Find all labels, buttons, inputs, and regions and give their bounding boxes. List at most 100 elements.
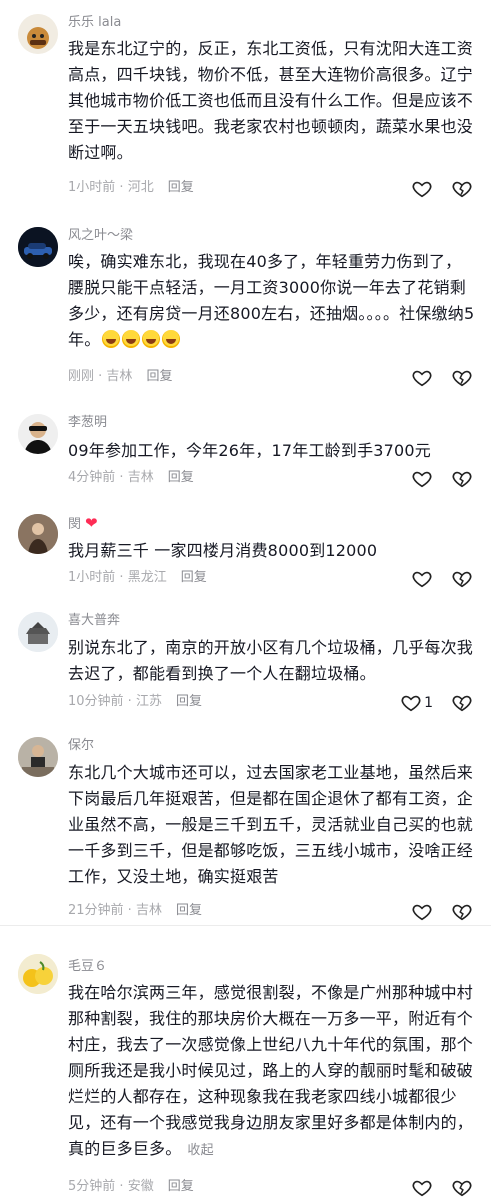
reply-button[interactable]: 回复 bbox=[181, 570, 207, 585]
separator: · bbox=[123, 903, 136, 918]
comment-text: 别说东北了，南京的开放小区有几个垃圾桶，几乎每次我去迟了，都能看到换了一个人在翻… bbox=[68, 638, 474, 683]
comment-location: 吉林 bbox=[135, 903, 162, 918]
comment-meta: 10分钟前 · 江苏 回复 bbox=[68, 692, 202, 712]
comment-meta: 4分钟前 · 吉林 回复 bbox=[68, 468, 194, 488]
comment-item: 喜大普奔 别说东北了，南京的开放小区有几个垃圾桶，几乎每次我去迟了，都能看到换了… bbox=[0, 600, 491, 725]
comment-item: 閔 ❤ 我月薪三千 一家四楼月消费8000到12000 1小时前 · 黑龙江 回复 bbox=[0, 500, 491, 600]
comment-text: 唉，确实难东北，我现在40多了，年轻重劳力伤到了，腰脱只能干点轻活，一月工资30… bbox=[68, 249, 475, 353]
separator: · bbox=[123, 694, 136, 709]
avatar[interactable] bbox=[18, 414, 58, 454]
like-button[interactable] bbox=[411, 901, 433, 923]
comment-item: 乐乐 lala 我是东北辽宁的，反正，东北工资低，只有沈阳大连工资高点，四千块钱… bbox=[0, 0, 491, 205]
comment-meta: 5分钟前 · 安徽 回复 bbox=[68, 1177, 194, 1197]
laugh-cry-emoji-icon bbox=[122, 330, 141, 348]
comment-location: 江苏 bbox=[135, 694, 162, 709]
comment-time: 5分钟前 bbox=[68, 1179, 116, 1194]
heart-icon bbox=[412, 370, 432, 387]
comment-username[interactable]: 乐乐 lala bbox=[68, 14, 121, 32]
dislike-button[interactable] bbox=[451, 692, 473, 714]
dislike-button[interactable] bbox=[451, 1177, 473, 1199]
separator: · bbox=[115, 470, 128, 485]
avatar[interactable] bbox=[18, 737, 58, 777]
comment-username[interactable]: 閔 ❤ bbox=[68, 514, 98, 534]
laugh-cry-emoji-icon bbox=[102, 330, 121, 348]
avatar[interactable] bbox=[18, 514, 58, 554]
collapse-button[interactable]: 收起 bbox=[187, 1143, 213, 1158]
laugh-cry-emoji-icon bbox=[162, 330, 181, 348]
comment-item: 李葱明 09年参加工作，今年26年，17年工龄到手3700元 4分钟前 · 吉林… bbox=[0, 400, 491, 500]
dislike-button[interactable] bbox=[451, 901, 473, 923]
reply-button[interactable]: 回复 bbox=[176, 694, 202, 709]
comment-text: 09年参加工作，今年26年，17年工龄到手3700元 bbox=[68, 441, 431, 460]
broken-heart-icon bbox=[452, 904, 472, 921]
laugh-cry-emoji-icon bbox=[142, 330, 161, 348]
comment-username[interactable]: 喜大普奔 bbox=[68, 612, 120, 630]
comment-location: 吉林 bbox=[106, 369, 133, 384]
comment-meta: 1小时前 · 黑龙江 回复 bbox=[68, 568, 207, 588]
comment-location: 黑龙江 bbox=[127, 570, 167, 585]
heart-icon bbox=[412, 571, 432, 588]
comment-location: 安徽 bbox=[127, 1179, 154, 1194]
heart-icon bbox=[412, 904, 432, 921]
separator: · bbox=[115, 570, 128, 585]
comment-text: 东北几个大城市还可以，过去国家老工业基地，虽然后来下岗最后几年挺艰苦，但是都在国… bbox=[68, 763, 474, 886]
broken-heart-icon bbox=[452, 370, 472, 387]
comment-text-content: 我在哈尔滨两三年，感觉很割裂，不像是广州那种城中村那种割裂，我住的那块房价大概在… bbox=[68, 983, 474, 1158]
like-button[interactable] bbox=[411, 1177, 433, 1199]
avatar[interactable] bbox=[18, 954, 58, 994]
like-button[interactable] bbox=[411, 568, 433, 590]
reply-button[interactable]: 回复 bbox=[168, 470, 194, 485]
like-button[interactable] bbox=[411, 367, 433, 389]
broken-heart-icon bbox=[452, 471, 472, 488]
comment-item: 风之叶～梁 唉，确实难东北，我现在40多了，年轻重劳力伤到了，腰脱只能干点轻活，… bbox=[0, 205, 491, 400]
comment-location: 河北 bbox=[127, 180, 154, 195]
avatar[interactable] bbox=[18, 227, 58, 267]
separator: · bbox=[94, 369, 107, 384]
broken-heart-icon bbox=[452, 571, 472, 588]
heart-icon bbox=[412, 471, 432, 488]
reply-button[interactable]: 回复 bbox=[168, 1179, 194, 1194]
reply-button[interactable]: 回复 bbox=[176, 903, 202, 918]
red-heart-icon: ❤ bbox=[85, 514, 98, 532]
comment-time: 10分钟前 bbox=[68, 694, 124, 709]
username-text: 閔 bbox=[68, 517, 82, 532]
comment-item: 保尔 东北几个大城市还可以，过去国家老工业基地，虽然后来下岗最后几年挺艰苦，但是… bbox=[0, 725, 491, 925]
comment-meta: 刚刚 · 吉林 回复 bbox=[68, 367, 172, 387]
comment-username[interactable]: 李葱明 bbox=[68, 414, 107, 432]
separator: · bbox=[115, 180, 128, 195]
comment-time: 4分钟前 bbox=[68, 470, 116, 485]
comment-item: 毛豆６ 我在哈尔滨两三年，感觉很割裂，不像是广州那种城中村那种割裂，我住的那块房… bbox=[0, 940, 491, 1199]
comment-location: 吉林 bbox=[127, 470, 154, 485]
comment-username[interactable]: 风之叶～梁 bbox=[68, 227, 133, 245]
like-button[interactable] bbox=[411, 178, 433, 200]
comment-username[interactable]: 保尔 bbox=[68, 737, 94, 755]
dislike-button[interactable] bbox=[451, 468, 473, 490]
comment-text: 我在哈尔滨两三年，感觉很割裂，不像是广州那种城中村那种割裂，我住的那块房价大概在… bbox=[68, 980, 475, 1164]
comment-username[interactable]: 毛豆６ bbox=[68, 958, 107, 976]
broken-heart-icon bbox=[452, 181, 472, 198]
reply-button[interactable]: 回复 bbox=[146, 369, 172, 384]
comment-time: 刚刚 bbox=[68, 369, 95, 384]
broken-heart-icon bbox=[452, 1180, 472, 1197]
divider bbox=[0, 925, 491, 926]
heart-icon bbox=[412, 1180, 432, 1197]
dislike-button[interactable] bbox=[451, 568, 473, 590]
heart-icon bbox=[401, 695, 421, 712]
dislike-button[interactable] bbox=[451, 367, 473, 389]
separator: · bbox=[115, 1179, 128, 1194]
comment-text: 我月薪三千 一家四楼月消费8000到12000 bbox=[68, 541, 378, 560]
reply-button[interactable]: 回复 bbox=[168, 180, 194, 195]
like-button[interactable]: 1 bbox=[400, 692, 433, 714]
avatar[interactable] bbox=[18, 14, 58, 54]
comment-meta: 1小时前 · 河北 回复 bbox=[68, 178, 194, 198]
like-count: 1 bbox=[424, 695, 433, 711]
comment-time: 1小时前 bbox=[68, 570, 116, 585]
comment-time: 21分钟前 bbox=[68, 903, 124, 918]
comment-text: 我是东北辽宁的，反正，东北工资低，只有沈阳大连工资高点，四千块钱，物价不低，甚至… bbox=[68, 39, 474, 162]
avatar[interactable] bbox=[18, 612, 58, 652]
broken-heart-icon bbox=[452, 695, 472, 712]
comment-meta: 21分钟前 · 吉林 回复 bbox=[68, 901, 202, 921]
comment-time: 1小时前 bbox=[68, 180, 116, 195]
like-button[interactable] bbox=[411, 468, 433, 490]
dislike-button[interactable] bbox=[451, 178, 473, 200]
